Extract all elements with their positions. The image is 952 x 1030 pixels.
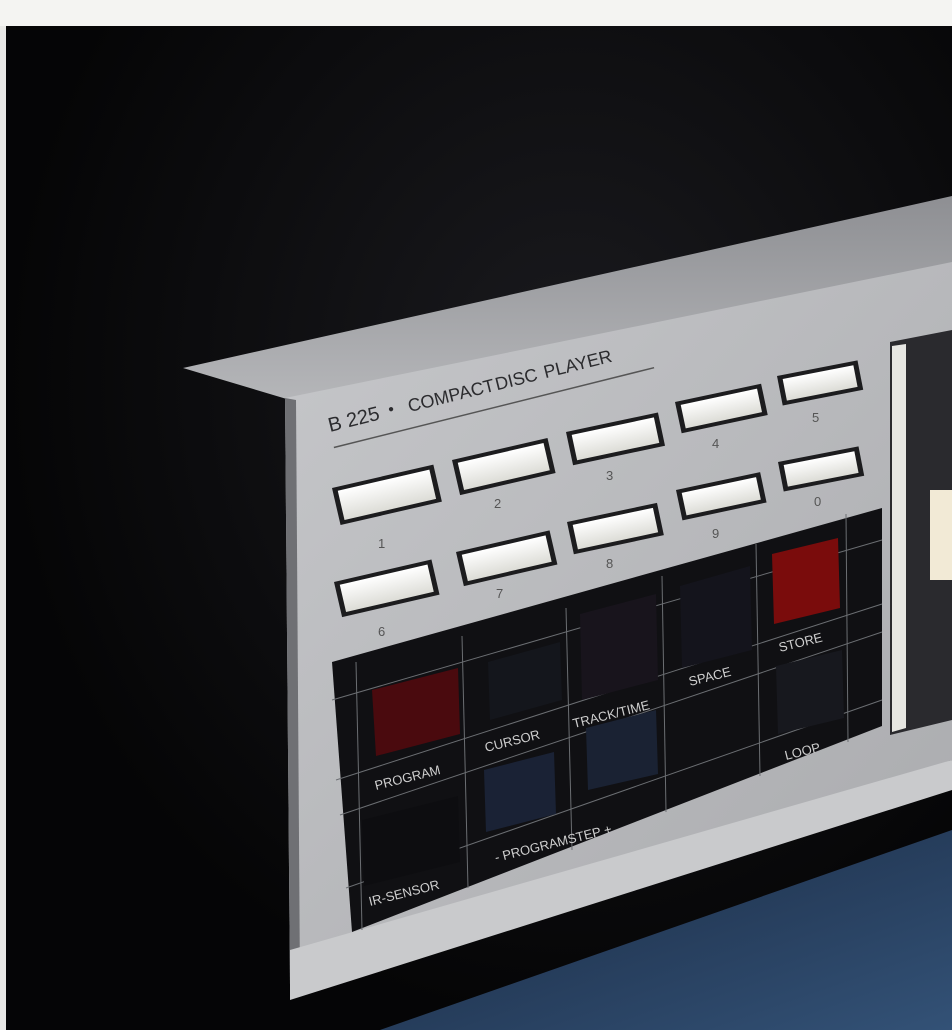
key-label-6: 6 xyxy=(378,624,385,639)
disc-drawer-light xyxy=(892,344,906,732)
key-label-8: 8 xyxy=(606,556,613,571)
key-label-4: 4 xyxy=(712,436,719,451)
key-label-2: 2 xyxy=(494,496,501,511)
key-label-3: 3 xyxy=(606,468,613,483)
cd-player-illustration: B 225 • COMPACT DISC PLAYER 1 2 3 4 5 6 … xyxy=(183,196,952,1030)
key-label-1: 1 xyxy=(378,536,385,551)
drawer-indicator xyxy=(930,490,952,580)
key-label-5: 5 xyxy=(812,410,819,425)
key-label-0: 0 xyxy=(814,494,821,509)
key-label-7: 7 xyxy=(496,586,503,601)
key-label-9: 9 xyxy=(712,526,719,541)
